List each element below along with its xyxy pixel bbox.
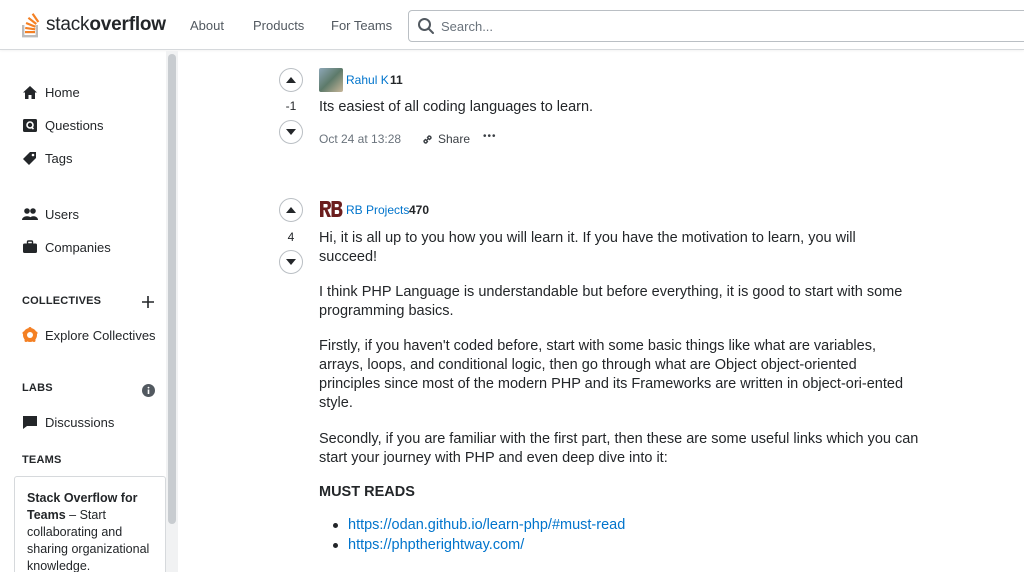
- sidebar-item-users[interactable]: Users: [22, 206, 79, 222]
- triangle-up-icon: [286, 77, 296, 83]
- link-icon: [423, 134, 432, 144]
- teams-promo: Stack Overflow for Teams – Start collabo…: [14, 476, 166, 572]
- vote-count: 4: [287, 230, 295, 244]
- info-icon[interactable]: [142, 384, 155, 397]
- avatar[interactable]: [319, 198, 343, 222]
- logo-icon: [22, 13, 40, 38]
- downvote-button[interactable]: [279, 250, 303, 274]
- search-input[interactable]: [441, 18, 941, 34]
- stackoverflow-logo[interactable]: stackoverflow: [20, 8, 166, 42]
- nav-products[interactable]: Products: [253, 18, 304, 33]
- link-phptherightway[interactable]: https://phptherightway.com/: [348, 536, 524, 555]
- answer-paragraph: Hi, it is all up to you how you will lea…: [319, 230, 856, 265]
- collectives-label: COLLECTIVES: [22, 295, 102, 307]
- discussions-icon: [22, 414, 40, 430]
- sidebar-item-label: Tags: [45, 150, 73, 166]
- sidebar-item-label: Questions: [45, 117, 104, 133]
- sidebar-item-home[interactable]: Home: [22, 84, 80, 100]
- avatar[interactable]: [319, 68, 343, 92]
- vote-count: -1: [285, 99, 297, 113]
- reputation: 11: [390, 73, 403, 87]
- sidebar-item-label: Home: [45, 84, 80, 100]
- more-options-button[interactable]: •••: [483, 131, 497, 142]
- collectives-icon: [22, 327, 40, 343]
- user-link[interactable]: Rahul K: [346, 73, 389, 87]
- share-button[interactable]: Share: [421, 132, 470, 146]
- questions-icon: [22, 117, 40, 133]
- sidebar-item-label: Users: [45, 206, 79, 222]
- answer-paragraph: I think PHP Language is understandable b…: [319, 284, 903, 319]
- users-icon: [22, 206, 40, 222]
- tag-icon: [22, 150, 40, 166]
- triangle-up-icon: [286, 207, 296, 213]
- search-icon: [418, 18, 434, 34]
- triangle-down-icon: [286, 259, 296, 265]
- logo-text: stackoverflow: [46, 14, 166, 35]
- rb-logo-icon: [320, 201, 343, 217]
- nav-about[interactable]: About: [190, 18, 224, 33]
- user-link[interactable]: RB Projects: [346, 203, 409, 217]
- sidebar-item-label: Discussions: [45, 414, 115, 430]
- plus-icon[interactable]: [142, 296, 154, 308]
- sidebar-item-tags[interactable]: Tags: [22, 150, 72, 166]
- downvote-button[interactable]: [279, 120, 303, 144]
- post-date[interactable]: Oct 24 at 13:28: [319, 132, 401, 146]
- nav-for-teams[interactable]: For Teams: [331, 18, 392, 33]
- list-bullet: [333, 523, 338, 528]
- upvote-button[interactable]: [279, 198, 303, 222]
- sidebar-item-label: Companies: [45, 239, 111, 255]
- answer-paragraph: Secondly, if you are familiar with the f…: [319, 431, 919, 466]
- share-label: Share: [438, 132, 471, 146]
- section-heading: MUST READS: [319, 484, 415, 500]
- briefcase-icon: [22, 239, 40, 255]
- answer-paragraph: Firstly, if you haven't coded before, st…: [319, 338, 904, 411]
- answer-body: Its easiest of all coding languages to l…: [319, 99, 594, 115]
- home-icon: [22, 84, 40, 100]
- top-bar: stackoverflow About Products For Teams: [0, 0, 1024, 50]
- labs-label: LABS: [22, 382, 53, 394]
- reputation: 470: [409, 203, 430, 217]
- triangle-down-icon: [286, 129, 296, 135]
- sidebar-item-companies[interactable]: Companies: [22, 239, 111, 255]
- list-bullet: [333, 543, 338, 548]
- sidebar-item-label: Explore Collectives: [45, 327, 156, 343]
- sidebar-item-questions[interactable]: Questions: [22, 117, 104, 133]
- upvote-button[interactable]: [279, 68, 303, 92]
- sidebar-item-explore-collectives[interactable]: Explore Collectives: [22, 327, 156, 343]
- link-odan-github[interactable]: https://odan.github.io/learn-php/#must-r…: [348, 516, 625, 535]
- sidebar-scrollbar-thumb[interactable]: [168, 54, 176, 524]
- search-box[interactable]: [408, 10, 1024, 42]
- sidebar-item-discussions[interactable]: Discussions: [22, 414, 114, 430]
- teams-label: TEAMS: [22, 454, 62, 466]
